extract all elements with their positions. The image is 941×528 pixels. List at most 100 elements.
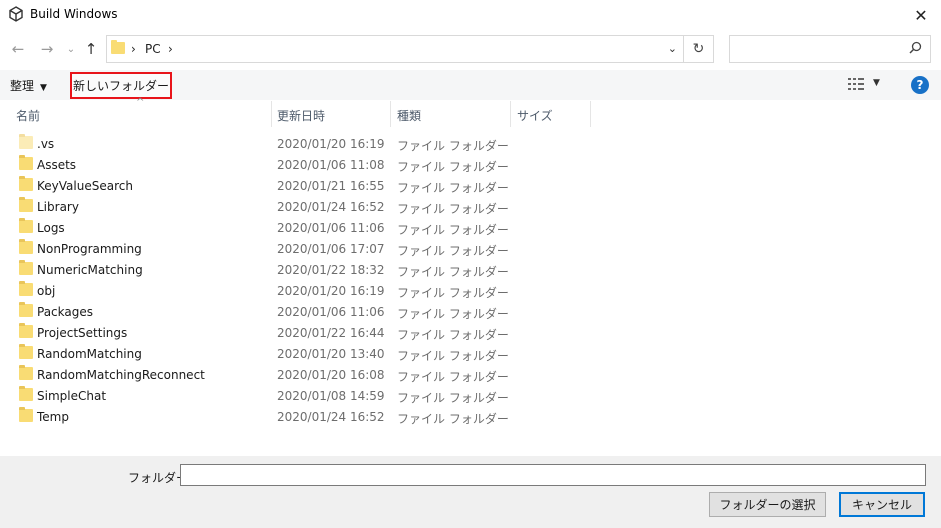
file-type: ファイル フォルダー [397, 391, 509, 405]
folder-name-input[interactable] [180, 464, 926, 486]
close-button[interactable]: ✕ [901, 0, 941, 30]
file-type: ファイル フォルダー [397, 349, 509, 363]
file-name: Temp [37, 410, 69, 424]
refresh-button[interactable]: ↻ [684, 35, 714, 63]
forward-arrow-icon: → [40, 40, 54, 58]
file-date: 2020/01/24 16:52 [277, 410, 385, 424]
file-type: ファイル フォルダー [397, 181, 509, 195]
breadcrumb-pc[interactable]: PC [145, 42, 161, 56]
file-name: .vs [37, 137, 55, 151]
file-name: SimpleChat [37, 389, 107, 403]
folder-icon [19, 134, 33, 149]
file-row[interactable]: NonProgramming 2020/01/06 17:07 ファイル フォルダー [0, 238, 941, 259]
folder-icon [19, 344, 33, 359]
folder-icon [19, 302, 33, 317]
address-dropdown-icon[interactable]: ⌄ [668, 42, 677, 55]
file-name: RandomMatchingReconnect [37, 368, 205, 382]
window-title: Build Windows [30, 7, 118, 21]
view-options-icon[interactable] [848, 78, 866, 93]
recent-locations-button[interactable]: ⌄ [62, 40, 80, 58]
forward-button[interactable]: → [38, 40, 56, 58]
file-name: Assets [37, 158, 77, 172]
file-date: 2020/01/22 16:44 [277, 326, 385, 340]
help-button[interactable]: ? [911, 76, 929, 94]
file-date: 2020/01/21 16:55 [277, 179, 385, 193]
file-type: ファイル フォルダー [397, 265, 509, 279]
folder-icon [111, 40, 125, 54]
folder-icon [19, 218, 33, 233]
dropdown-arrow-icon: ▼ [40, 83, 47, 93]
organize-label: 整理 [10, 79, 35, 93]
file-name: NonProgramming [37, 242, 142, 256]
file-row[interactable]: Temp 2020/01/24 16:52 ファイル フォルダー [0, 406, 941, 427]
file-row[interactable]: SimpleChat 2020/01/08 14:59 ファイル フォルダー [0, 385, 941, 406]
file-row[interactable]: Logs 2020/01/06 11:06 ファイル フォルダー [0, 217, 941, 238]
file-row[interactable]: NumericMatching 2020/01/22 18:32 ファイル フォルダ… [0, 259, 941, 280]
new-folder-button[interactable]: 新しいフォルダー [70, 72, 172, 99]
file-row[interactable]: .vs 2020/01/20 16:19 ファイル フォルダー [0, 133, 941, 154]
file-type: ファイル フォルダー [397, 160, 509, 174]
help-icon: ? [916, 78, 924, 92]
file-date: 2020/01/20 13:40 [277, 347, 385, 361]
column-header-date-label: 更新日時 [277, 109, 326, 123]
cancel-button[interactable]: キャンセル [839, 492, 925, 517]
column-header-name[interactable]: 名前 [10, 101, 272, 127]
folder-icon [19, 323, 33, 338]
file-name: Library [37, 200, 79, 214]
file-row[interactable]: RandomMatchingReconnect 2020/01/20 16:08 フ… [0, 364, 941, 385]
column-header-name-label: 名前 [16, 109, 41, 123]
file-name: NumericMatching [37, 263, 143, 277]
file-date: 2020/01/08 14:59 [277, 389, 385, 403]
column-header-type[interactable]: 種類 [391, 101, 511, 127]
navigation-bar: ← → ⌄ ↑ › PC › ⌄ ↻ [0, 34, 941, 66]
file-type: ファイル フォルダー [397, 412, 509, 426]
breadcrumb-separator: › [131, 42, 136, 56]
search-icon [909, 41, 922, 58]
file-date: 2020/01/20 16:08 [277, 368, 385, 382]
file-name: Logs [37, 221, 65, 235]
file-date: 2020/01/24 16:52 [277, 200, 385, 214]
cancel-label: キャンセル [851, 498, 912, 512]
file-row[interactable]: Library 2020/01/24 16:52 ファイル フォルダー [0, 196, 941, 217]
file-row[interactable]: Assets 2020/01/06 11:08 ファイル フォルダー [0, 154, 941, 175]
select-folder-button[interactable]: フォルダーの選択 [709, 492, 826, 517]
folder-icon [19, 155, 33, 170]
file-type: ファイル フォルダー [397, 139, 509, 153]
up-arrow-icon: ↑ [84, 40, 98, 58]
file-row[interactable]: Packages 2020/01/06 11:06 ファイル フォルダー [0, 301, 941, 322]
file-date: 2020/01/22 18:32 [277, 263, 385, 277]
file-name: Packages [37, 305, 93, 319]
breadcrumb-separator-2[interactable]: › [168, 42, 173, 56]
chevron-down-icon: ⌄ [66, 43, 76, 55]
file-row[interactable]: RandomMatching 2020/01/20 13:40 ファイル フォルダー [0, 343, 941, 364]
file-name: RandomMatching [37, 347, 142, 361]
column-header-size[interactable]: サイズ [511, 101, 591, 127]
folder-icon [19, 407, 33, 422]
file-row[interactable]: obj 2020/01/20 16:19 ファイル フォルダー [0, 280, 941, 301]
column-headers: ^ 名前 更新日時 種類 サイズ [0, 97, 941, 127]
file-row[interactable]: ProjectSettings 2020/01/22 16:44 ファイル フォルダ… [0, 322, 941, 343]
file-type: ファイル フォルダー [397, 307, 509, 321]
view-dropdown-icon[interactable]: ▼ [873, 78, 880, 88]
file-date: 2020/01/06 11:06 [277, 221, 385, 235]
file-type: ファイル フォルダー [397, 286, 509, 300]
close-icon: ✕ [914, 5, 928, 25]
file-row[interactable]: KeyValueSearch 2020/01/21 16:55 ファイル フォルダー [0, 175, 941, 196]
file-date: 2020/01/06 11:08 [277, 158, 385, 172]
file-date: 2020/01/06 11:06 [277, 305, 385, 319]
file-date: 2020/01/20 16:19 [277, 137, 385, 151]
folder-icon [19, 239, 33, 254]
file-name: ProjectSettings [37, 326, 128, 340]
file-name: KeyValueSearch [37, 179, 133, 193]
file-name: obj [37, 284, 56, 298]
address-bar[interactable]: › PC › ⌄ [106, 35, 684, 63]
folder-icon [19, 260, 33, 275]
file-type: ファイル フォルダー [397, 328, 509, 342]
back-button[interactable]: ← [9, 40, 27, 58]
up-button[interactable]: ↑ [82, 40, 100, 58]
file-type: ファイル フォルダー [397, 370, 509, 384]
organize-menu[interactable]: 整理 ▼ [10, 77, 47, 94]
dialog-footer: フォルダー: フォルダーの選択 キャンセル [0, 456, 941, 528]
column-header-date[interactable]: 更新日時 [271, 101, 391, 127]
search-input[interactable] [729, 35, 931, 63]
